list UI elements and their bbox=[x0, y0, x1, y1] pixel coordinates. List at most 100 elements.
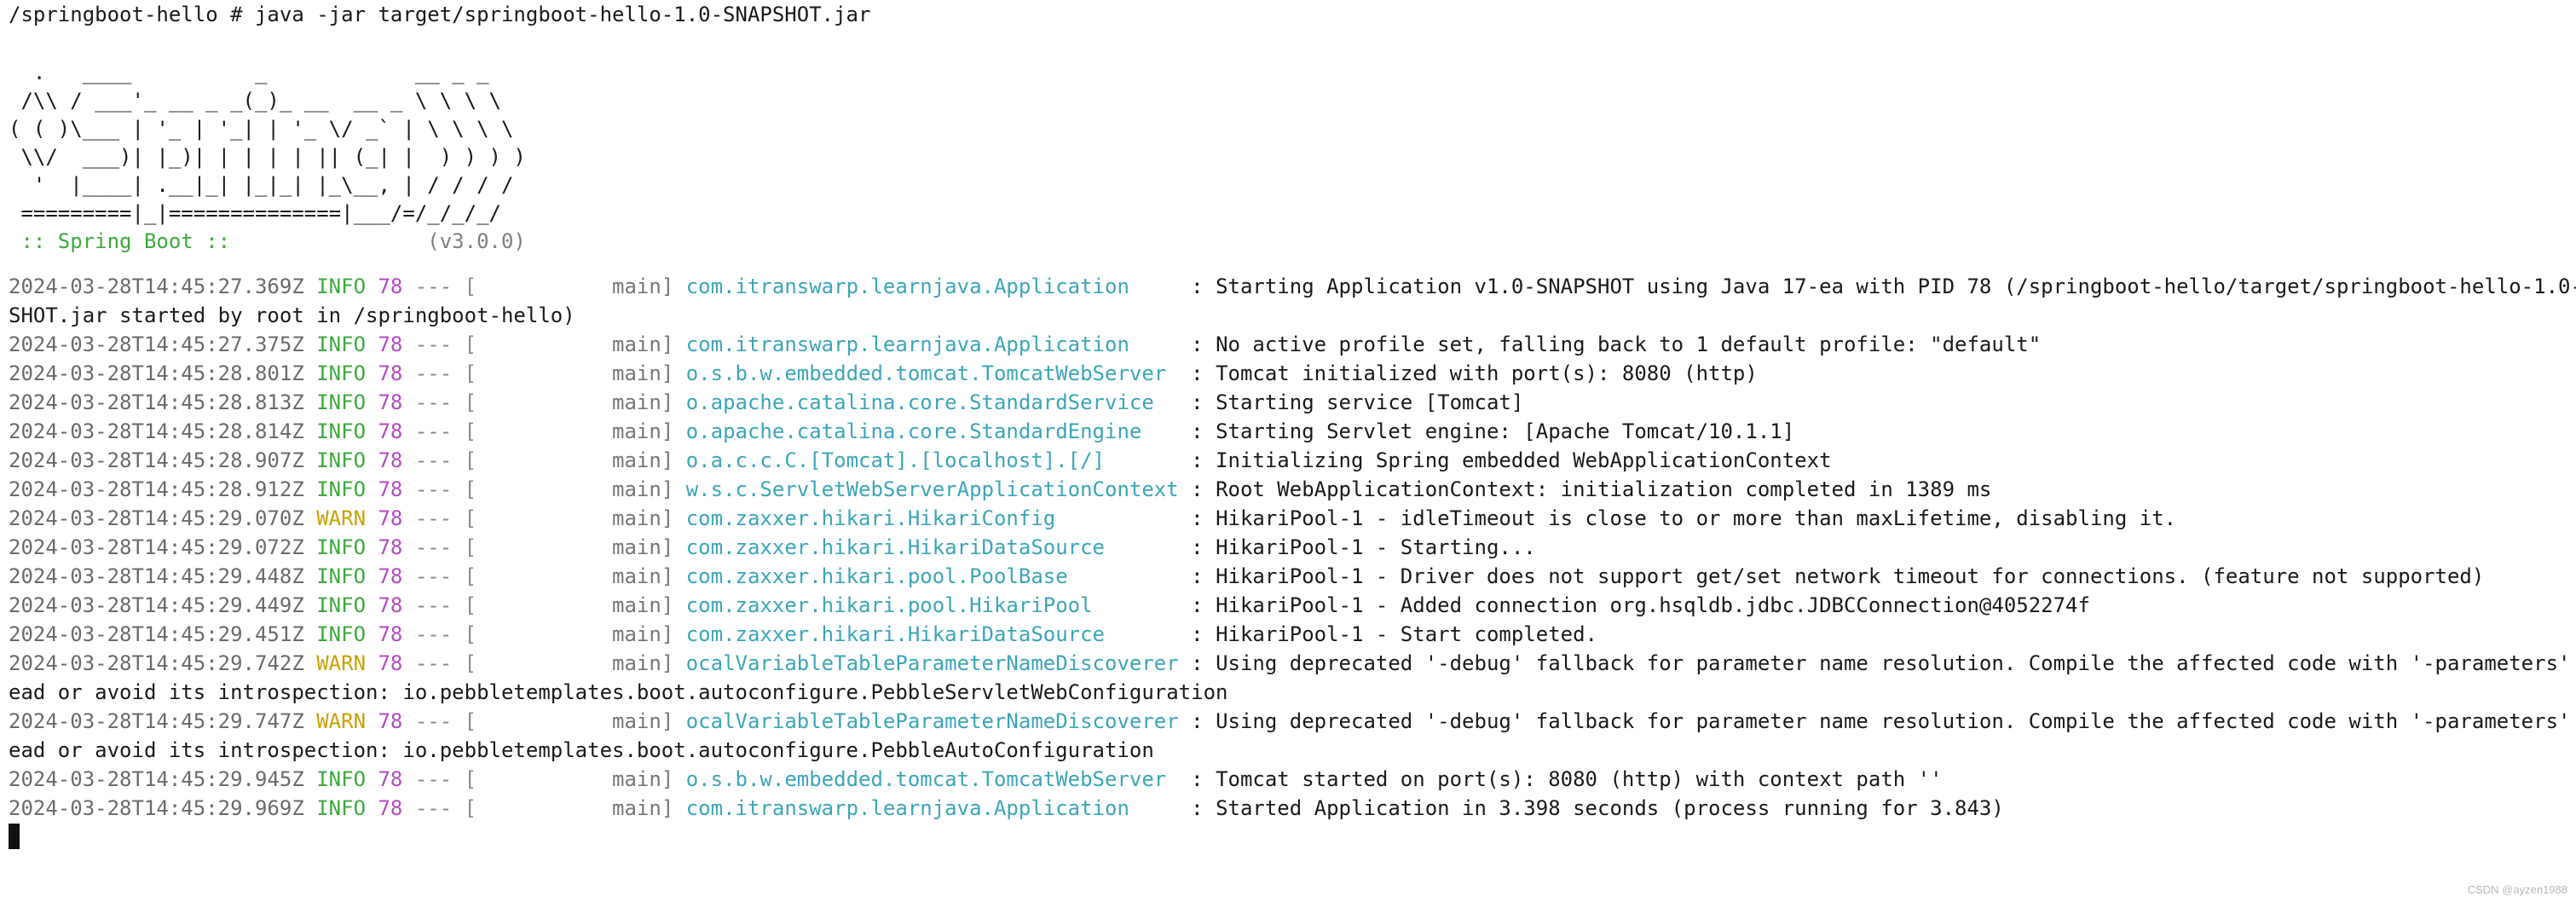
log-separator: --- [ bbox=[402, 622, 477, 646]
log-logger-separator: : bbox=[1191, 564, 1216, 588]
log-pid-value: 78 bbox=[378, 506, 403, 530]
log-level: INFO bbox=[303, 448, 367, 472]
log-line-continuation: ead or avoid its introspection: io.pebbl… bbox=[9, 738, 1154, 762]
log-logger bbox=[673, 332, 685, 356]
log-pid bbox=[366, 477, 378, 501]
log-level: INFO bbox=[303, 419, 367, 443]
log-timestamp: 2024-03-28T14:45:28.813Z bbox=[9, 390, 304, 414]
banner-art-line: . ____ _ __ _ _ bbox=[9, 61, 489, 84]
log-separator: --- [ bbox=[402, 419, 477, 443]
log-message: HikariPool-1 - idleTimeout is close to o… bbox=[1216, 506, 2177, 530]
log-thread: main] bbox=[477, 796, 674, 820]
command-text: java -jar target/springboot-hello-1.0-SN… bbox=[254, 3, 871, 26]
log-thread: main] bbox=[477, 332, 674, 356]
log-logger-name: o.a.c.c.C.[Tomcat].[localhost].[/] bbox=[685, 448, 1192, 472]
log-logger-separator: : bbox=[1191, 709, 1216, 733]
log-pid bbox=[366, 361, 378, 385]
log-logger bbox=[673, 709, 685, 733]
log-message: Started Application in 3.398 seconds (pr… bbox=[1216, 796, 2004, 820]
log-separator: --- [ bbox=[402, 651, 477, 675]
log-message: Starting Application v1.0-SNAPSHOT using… bbox=[1216, 275, 2576, 298]
log-logger-name: o.apache.catalina.core.StandardService bbox=[685, 390, 1192, 414]
banner-art-line: \\/ ___)| |_)| | | | | || (_| | ) ) ) ) bbox=[9, 145, 526, 169]
log-logger-separator: : bbox=[1191, 506, 1216, 530]
log-logger-name: com.itranswarp.learnjava.Application bbox=[685, 275, 1192, 298]
terminal-cursor bbox=[9, 824, 20, 849]
log-line: 2024-03-28T14:45:29.742Z WARN 78 --- [ m… bbox=[9, 649, 2570, 678]
log-pid-value: 78 bbox=[378, 535, 403, 559]
log-timestamp: 2024-03-28T14:45:29.742Z bbox=[9, 651, 304, 675]
log-timestamp: 2024-03-28T14:45:29.072Z bbox=[9, 535, 304, 559]
log-logger-separator: : bbox=[1191, 593, 1216, 617]
log-pid-value: 78 bbox=[378, 767, 403, 791]
log-message: Tomcat initialized with port(s): 8080 (h… bbox=[1216, 361, 1758, 385]
log-output: 2024-03-28T14:45:27.369Z INFO 78 --- [ m… bbox=[9, 272, 2576, 823]
shell-prompt: /springboot-hello # bbox=[9, 3, 255, 26]
log-separator: --- [ bbox=[402, 506, 477, 530]
log-thread: main] bbox=[477, 448, 674, 472]
log-pid bbox=[366, 535, 378, 559]
log-line: 2024-03-28T14:45:29.448Z INFO 78 --- [ m… bbox=[9, 562, 2567, 591]
log-separator: --- [ bbox=[402, 332, 477, 356]
log-line: 2024-03-28T14:45:28.907Z INFO 78 --- [ m… bbox=[9, 446, 2567, 475]
log-message: Using deprecated '-debug' fallback for p… bbox=[1216, 651, 2576, 675]
log-logger bbox=[673, 361, 685, 385]
log-line: 2024-03-28T14:45:29.747Z WARN 78 --- [ m… bbox=[9, 707, 2570, 736]
log-line: 2024-03-28T14:45:28.912Z INFO 78 --- [ m… bbox=[9, 475, 2567, 504]
log-pid bbox=[366, 767, 378, 791]
log-logger bbox=[673, 448, 685, 472]
log-logger-name: com.zaxxer.hikari.pool.PoolBase bbox=[685, 564, 1192, 588]
log-logger bbox=[673, 767, 685, 791]
log-pid-value: 78 bbox=[378, 361, 403, 385]
spring-boot-version: (v3.0.0) bbox=[427, 229, 526, 253]
terminal-window[interactable]: /springboot-hello # java -jar target/spr… bbox=[9, 0, 2576, 902]
log-timestamp: 2024-03-28T14:45:28.814Z bbox=[9, 419, 304, 443]
log-thread: main] bbox=[477, 477, 674, 501]
log-thread: main] bbox=[477, 709, 674, 733]
log-logger-name: o.apache.catalina.core.StandardEngine bbox=[685, 419, 1192, 443]
log-thread: main] bbox=[477, 622, 674, 646]
log-timestamp: 2024-03-28T14:45:29.449Z bbox=[9, 593, 304, 617]
log-pid-value: 78 bbox=[378, 593, 403, 617]
log-separator: --- [ bbox=[402, 709, 477, 733]
log-logger bbox=[673, 564, 685, 588]
log-timestamp: 2024-03-28T14:45:28.801Z bbox=[9, 361, 304, 385]
log-pid bbox=[366, 419, 378, 443]
log-logger bbox=[673, 275, 685, 298]
log-line: 2024-03-28T14:45:29.969Z INFO 78 --- [ m… bbox=[9, 794, 2567, 823]
log-separator: --- [ bbox=[402, 796, 477, 820]
log-pid-value: 78 bbox=[378, 564, 403, 588]
log-pid-value: 78 bbox=[378, 275, 403, 298]
log-pid bbox=[366, 506, 378, 530]
log-logger-name: com.zaxxer.hikari.HikariDataSource bbox=[685, 535, 1192, 559]
log-thread: main] bbox=[477, 390, 674, 414]
log-line-continuation: ead or avoid its introspection: io.pebbl… bbox=[9, 680, 1228, 704]
log-logger-name: o.s.b.w.embedded.tomcat.TomcatWebServer bbox=[685, 361, 1192, 385]
log-timestamp: 2024-03-28T14:45:28.912Z bbox=[9, 477, 304, 501]
log-pid bbox=[366, 390, 378, 414]
log-logger-name: com.itranswarp.learnjava.Application bbox=[685, 332, 1192, 356]
log-timestamp: 2024-03-28T14:45:28.907Z bbox=[9, 448, 304, 472]
spring-banner: . ____ _ __ _ _ /\\ / ___'_ __ _ _(_)_ _… bbox=[9, 58, 2567, 255]
command-line: /springboot-hello # java -jar target/spr… bbox=[9, 0, 2567, 29]
log-thread: main] bbox=[477, 767, 674, 791]
log-pid-value: 78 bbox=[378, 448, 403, 472]
log-logger-name: ocalVariableTableParameterNameDiscoverer bbox=[685, 709, 1192, 733]
log-line: 2024-03-28T14:45:27.375Z INFO 78 --- [ m… bbox=[9, 330, 2567, 359]
log-level: WARN bbox=[303, 709, 367, 733]
log-logger-separator: : bbox=[1191, 767, 1216, 791]
log-level: WARN bbox=[303, 506, 367, 530]
log-pid-value: 78 bbox=[378, 796, 403, 820]
log-line: 2024-03-28T14:45:27.369Z INFO 78 --- [ m… bbox=[9, 272, 2576, 301]
spring-boot-label: :: Spring Boot :: bbox=[9, 229, 231, 253]
log-separator: --- [ bbox=[402, 535, 477, 559]
log-message: HikariPool-1 - Starting... bbox=[1216, 535, 1536, 559]
log-logger-name: o.s.b.w.embedded.tomcat.TomcatWebServer bbox=[685, 767, 1192, 791]
log-line-continuation: SHOT.jar started by root in /springboot-… bbox=[9, 304, 575, 327]
log-thread: main] bbox=[477, 564, 674, 588]
log-line: 2024-03-28T14:45:28.813Z INFO 78 --- [ m… bbox=[9, 388, 2567, 417]
log-logger bbox=[673, 506, 685, 530]
log-level: INFO bbox=[303, 593, 367, 617]
banner-art-line: ' |____| .__|_| |_|_| |_\__, | / / / / bbox=[9, 173, 514, 197]
log-pid-value: 78 bbox=[378, 477, 403, 501]
